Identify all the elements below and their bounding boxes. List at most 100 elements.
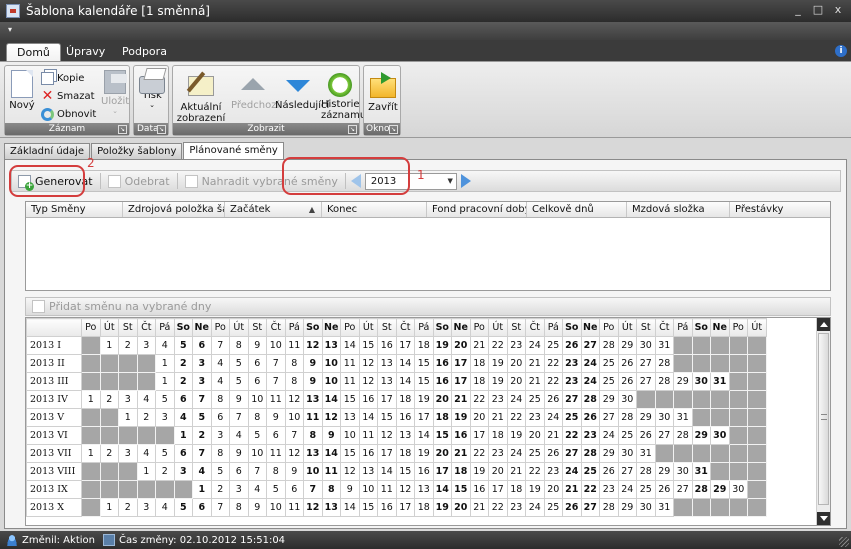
- calendar-day-cell[interactable]: 9: [284, 462, 304, 481]
- calendar-day-cell[interactable]: 2: [210, 480, 230, 499]
- calendar-day-cell[interactable]: 11: [284, 336, 304, 355]
- calendar-day-cell[interactable]: 20: [432, 390, 452, 409]
- calendar-day-cell[interactable]: 20: [451, 336, 471, 355]
- group-launcher-icon[interactable]: ↘: [157, 125, 166, 134]
- resize-grip-icon[interactable]: [839, 537, 849, 547]
- calendar-day-cell[interactable]: 17: [414, 408, 434, 427]
- calendar-day-cell[interactable]: 27: [580, 336, 600, 355]
- calendar-day-cell[interactable]: 21: [451, 444, 471, 463]
- calendar-day-cell[interactable]: 1: [173, 426, 193, 445]
- calendar-day-cell[interactable]: 6: [173, 444, 193, 463]
- calendar-day-cell[interactable]: 11: [266, 444, 286, 463]
- calendar-day-cell[interactable]: 27: [673, 480, 693, 499]
- calendar-day-cell[interactable]: 12: [284, 390, 304, 409]
- column-header[interactable]: Fond pracovní doby: [427, 202, 527, 217]
- calendar-day-cell[interactable]: 20: [525, 426, 545, 445]
- calendar-day-cell[interactable]: 18: [469, 354, 489, 373]
- calendar-day-cell[interactable]: 17: [451, 372, 471, 391]
- calendar-day-cell[interactable]: 3: [155, 408, 175, 427]
- calendar-day-cell[interactable]: 22: [525, 462, 545, 481]
- calendar-day-cell[interactable]: 12: [284, 444, 304, 463]
- calendar-day-cell[interactable]: 13: [303, 390, 323, 409]
- calendar-day-cell[interactable]: 6: [247, 354, 267, 373]
- calendar-day-cell[interactable]: 26: [543, 444, 563, 463]
- refresh-button[interactable]: Obnovit: [41, 106, 96, 122]
- remove-button[interactable]: Odebrat: [102, 171, 176, 191]
- scroll-up-icon[interactable]: [817, 318, 830, 331]
- calendar-day-cell[interactable]: 23: [543, 462, 563, 481]
- calendar-day-cell[interactable]: 14: [395, 372, 415, 391]
- calendar-day-cell[interactable]: 9: [229, 390, 249, 409]
- calendar-day-cell[interactable]: 2: [118, 336, 138, 355]
- calendar-day-cell[interactable]: 29: [617, 336, 637, 355]
- calendar-day-cell[interactable]: 12: [395, 480, 415, 499]
- calendar-day-cell[interactable]: 14: [321, 390, 341, 409]
- calendar-day-cell[interactable]: 16: [451, 426, 471, 445]
- copy-button[interactable]: Kopie: [41, 70, 84, 86]
- calendar-day-cell[interactable]: 6: [192, 498, 212, 517]
- calendar-day-cell[interactable]: 12: [340, 462, 360, 481]
- calendar-day-cell[interactable]: 25: [599, 354, 619, 373]
- calendar-day-cell[interactable]: 1: [99, 336, 119, 355]
- calendar-day-cell[interactable]: 17: [377, 390, 397, 409]
- calendar-day-cell[interactable]: 9: [321, 426, 341, 445]
- calendar-day-cell[interactable]: 14: [340, 498, 360, 517]
- calendar-day-cell[interactable]: 30: [654, 408, 674, 427]
- quick-access-dropdown-icon[interactable]: ▾: [4, 24, 16, 36]
- calendar-day-cell[interactable]: 20: [451, 498, 471, 517]
- calendar-day-cell[interactable]: 3: [118, 444, 138, 463]
- column-header[interactable]: Přestávky: [730, 202, 830, 217]
- calendar-day-cell[interactable]: 30: [617, 390, 637, 409]
- calendar-day-cell[interactable]: 19: [432, 498, 452, 517]
- calendar-day-cell[interactable]: 16: [395, 408, 415, 427]
- calendar-day-cell[interactable]: 9: [247, 498, 267, 517]
- calendar-day-cell[interactable]: 20: [469, 408, 489, 427]
- calendar-day-cell[interactable]: 2: [173, 372, 193, 391]
- calendar-day-cell[interactable]: 30: [710, 426, 730, 445]
- group-launcher-icon[interactable]: ↘: [389, 125, 398, 134]
- calendar-day-cell[interactable]: 30: [636, 498, 656, 517]
- group-launcher-icon[interactable]: ↘: [118, 125, 127, 134]
- calendar-day-cell[interactable]: 16: [414, 462, 434, 481]
- calendar-day-cell[interactable]: 18: [414, 498, 434, 517]
- calendar-day-cell[interactable]: 19: [506, 426, 526, 445]
- calendar-day-cell[interactable]: 13: [321, 498, 341, 517]
- column-header[interactable]: Konec: [322, 202, 427, 217]
- calendar-day-cell[interactable]: 3: [136, 498, 156, 517]
- calendar-day-cell[interactable]: 22: [469, 390, 489, 409]
- calendar-day-cell[interactable]: 19: [432, 336, 452, 355]
- calendar-day-cell[interactable]: 24: [599, 426, 619, 445]
- calendar-day-cell[interactable]: 18: [469, 372, 489, 391]
- calendar-day-cell[interactable]: 1: [155, 354, 175, 373]
- calendar-day-cell[interactable]: 10: [247, 444, 267, 463]
- shifts-grid[interactable]: Typ Směny Zdrojová položka ša... Začátek…: [25, 201, 831, 291]
- calendar-day-cell[interactable]: 19: [488, 354, 508, 373]
- calendar-day-cell[interactable]: 13: [395, 426, 415, 445]
- calendar-day-cell[interactable]: 8: [303, 426, 323, 445]
- calendar-day-cell[interactable]: 7: [284, 426, 304, 445]
- calendar-day-cell[interactable]: 11: [266, 390, 286, 409]
- calendar-day-cell[interactable]: 27: [636, 354, 656, 373]
- calendar-day-cell[interactable]: 25: [636, 480, 656, 499]
- calendar-day-cell[interactable]: 12: [358, 354, 378, 373]
- calendar-day-cell[interactable]: 9: [266, 408, 286, 427]
- calendar-day-cell[interactable]: 23: [488, 390, 508, 409]
- calendar-day-cell[interactable]: 29: [673, 372, 693, 391]
- calendar-day-cell[interactable]: 6: [247, 372, 267, 391]
- calendar-day-cell[interactable]: 28: [654, 354, 674, 373]
- calendar-day-cell[interactable]: 2: [118, 498, 138, 517]
- calendar-day-cell[interactable]: 1: [81, 444, 101, 463]
- calendar-day-cell[interactable]: 1: [99, 498, 119, 517]
- calendar-day-cell[interactable]: 10: [321, 354, 341, 373]
- calendar-day-cell[interactable]: 3: [173, 462, 193, 481]
- calendar-day-cell[interactable]: 2: [192, 426, 212, 445]
- calendar-day-cell[interactable]: 8: [229, 336, 249, 355]
- calendar-day-cell[interactable]: 26: [562, 336, 582, 355]
- column-header-sorted[interactable]: Začátek ▲: [225, 202, 322, 217]
- calendar-day-cell[interactable]: 7: [210, 336, 230, 355]
- calendar-day-cell[interactable]: 17: [451, 354, 471, 373]
- calendar-day-cell[interactable]: 29: [654, 462, 674, 481]
- calendar-day-cell[interactable]: 15: [340, 390, 360, 409]
- calendar-day-cell[interactable]: 4: [155, 336, 175, 355]
- calendar-day-cell[interactable]: 25: [599, 372, 619, 391]
